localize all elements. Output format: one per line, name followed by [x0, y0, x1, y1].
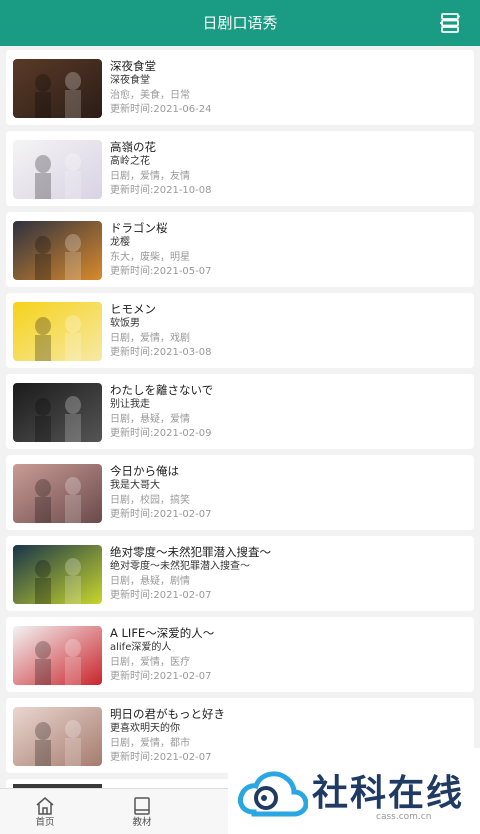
drama-updated: 更新时间:2021-10-08 — [110, 185, 212, 196]
tab-materials-label: 教材 — [132, 817, 152, 828]
drama-thumbnail — [13, 59, 102, 118]
watermark: 社科在线 cass.com.cn — [228, 748, 480, 834]
drama-updated: 更新时间:2021-02-07 — [110, 590, 212, 601]
drama-info: 今日から俺は 我是大哥大日剧，校园，搞笑更新时间:2021-02-07 — [110, 464, 466, 522]
drama-list: 深夜食堂 深夜食堂 治愈，美食，日常 更新时间:2021-06-24 高嶺の花 高岭之花日… — [6, 50, 474, 779]
drama-subtitle: 绝对零度～未然犯罪潜入搜查～ — [110, 561, 250, 572]
list-item[interactable]: A LIFE～深爱的人～ alife深爱的人日剧，爱情，医疗更新时间:2021-0… — [6, 617, 474, 692]
drama-subtitle: 别让我走 — [110, 399, 150, 410]
drama-title: A LIFE～深爱的人～ — [110, 626, 215, 640]
list-item[interactable]: 绝对零度～未然犯罪潜入搜査～ 绝对零度～未然犯罪潜入搜查～ 日剧，悬疑，剧情更新时间… — [6, 536, 474, 611]
drama-title: わたしを離さないで — [110, 383, 214, 397]
drama-title: ドラゴン桜 — [110, 221, 168, 235]
drama-info: ドラゴン桜龙樱东大，废柴，明星更新时间:2021-05-07 — [110, 221, 466, 279]
drama-thumbnail — [13, 221, 102, 280]
drama-info: A LIFE～深爱的人～ alife深爱的人日剧，爱情，医疗更新时间:2021-0… — [110, 626, 466, 684]
drama-tags: 治愈，美食，日常 — [110, 90, 190, 101]
drama-tags: 东大，废柴，明星 — [110, 252, 190, 263]
drama-thumbnail — [13, 302, 102, 361]
drama-info: 深夜食堂 深夜食堂 治愈，美食，日常 更新时间:2021-06-24 — [110, 59, 466, 117]
tab-materials[interactable]: 教材 — [112, 795, 172, 829]
drama-thumbnail — [13, 464, 102, 523]
drama-info: ヒモメン软饭男日剧，爱情，戏剧更新时间:2021-03-08 — [110, 302, 466, 360]
drama-tags: 日剧，悬疑，剧情 — [110, 576, 190, 587]
stack-menu-icon[interactable] — [438, 11, 462, 35]
drama-thumbnail — [13, 383, 102, 442]
home-icon — [15, 795, 75, 817]
drama-title: 高嶺の花 — [110, 140, 156, 154]
drama-tags: 日剧，校园，搞笑 — [110, 495, 190, 506]
drama-tags: 日剧，爱情，戏剧 — [110, 333, 190, 344]
page-title: 日剧口语秀 — [202, 14, 278, 32]
drama-updated: 更新时间:2021-05-07 — [110, 266, 212, 277]
cloud-logo-icon — [236, 764, 309, 824]
drama-subtitle: 我是大哥大 — [110, 480, 160, 491]
drama-title: 明日の君がもっと好き — [110, 707, 225, 721]
drama-info: わたしを離さないで 别让我走日剧，悬疑，爱情更新时间:2021-02-09 — [110, 383, 466, 441]
list-item[interactable]: ヒモメン软饭男日剧，爱情，戏剧更新时间:2021-03-08 — [6, 293, 474, 368]
list-item[interactable]: わたしを離さないで 别让我走日剧，悬疑，爱情更新时间:2021-02-09 — [6, 374, 474, 449]
watermark-brand: 社科在线 — [312, 773, 465, 814]
drama-thumbnail — [13, 545, 102, 604]
drama-subtitle: 深夜食堂 — [110, 75, 150, 86]
drama-updated: 更新时间:2021-03-08 — [110, 347, 212, 358]
drama-title: ヒモメン — [110, 302, 156, 316]
drama-title: 绝对零度～未然犯罪潜入搜査～ — [110, 545, 271, 559]
drama-updated: 更新时间:2021-06-24 — [110, 104, 212, 115]
drama-thumbnail — [13, 626, 102, 685]
bottom-tabbar: 首页 教材 — [0, 788, 228, 834]
list-item[interactable]: 高嶺の花高岭之花日剧，爱情，友情更新时间:2021-10-08 — [6, 131, 474, 206]
drama-title: 深夜食堂 — [110, 59, 156, 73]
drama-tags: 日剧，悬疑，爱情 — [110, 414, 190, 425]
book-icon — [112, 795, 172, 817]
watermark-url: cass.com.cn — [376, 812, 432, 822]
drama-title: 今日から俺は — [110, 464, 179, 478]
drama-tags: 日剧，爱情，医疗 — [110, 657, 190, 668]
drama-info: 高嶺の花高岭之花日剧，爱情，友情更新时间:2021-10-08 — [110, 140, 466, 198]
drama-subtitle: alife深爱的人 — [110, 642, 172, 653]
tab-home-label: 首页 — [35, 817, 55, 828]
drama-thumbnail — [13, 707, 102, 766]
app-header: 日剧口语秀 — [0, 0, 480, 46]
drama-tags: 日剧，爱情，友情 — [110, 171, 190, 182]
drama-subtitle: 更喜欢明天的你 — [110, 723, 180, 734]
list-item[interactable]: 今日から俺は 我是大哥大日剧，校园，搞笑更新时间:2021-02-07 — [6, 455, 474, 530]
drama-updated: 更新时间:2021-02-07 — [110, 509, 212, 520]
drama-subtitle: 高岭之花 — [110, 156, 150, 167]
drama-subtitle: 龙樱 — [110, 237, 130, 248]
list-item[interactable]: 深夜食堂 深夜食堂 治愈，美食，日常 更新时间:2021-06-24 — [6, 50, 474, 125]
drama-updated: 更新时间:2021-02-07 — [110, 671, 212, 682]
tab-home[interactable]: 首页 — [15, 795, 75, 829]
drama-thumbnail — [13, 140, 102, 199]
drama-info: 绝对零度～未然犯罪潜入搜査～ 绝对零度～未然犯罪潜入搜查～ 日剧，悬疑，剧情更新时间… — [110, 545, 466, 603]
list-item[interactable]: ドラゴン桜龙樱东大，废柴，明星更新时间:2021-05-07 — [6, 212, 474, 287]
drama-subtitle: 软饭男 — [110, 318, 140, 329]
drama-updated: 更新时间:2021-02-09 — [110, 428, 212, 439]
